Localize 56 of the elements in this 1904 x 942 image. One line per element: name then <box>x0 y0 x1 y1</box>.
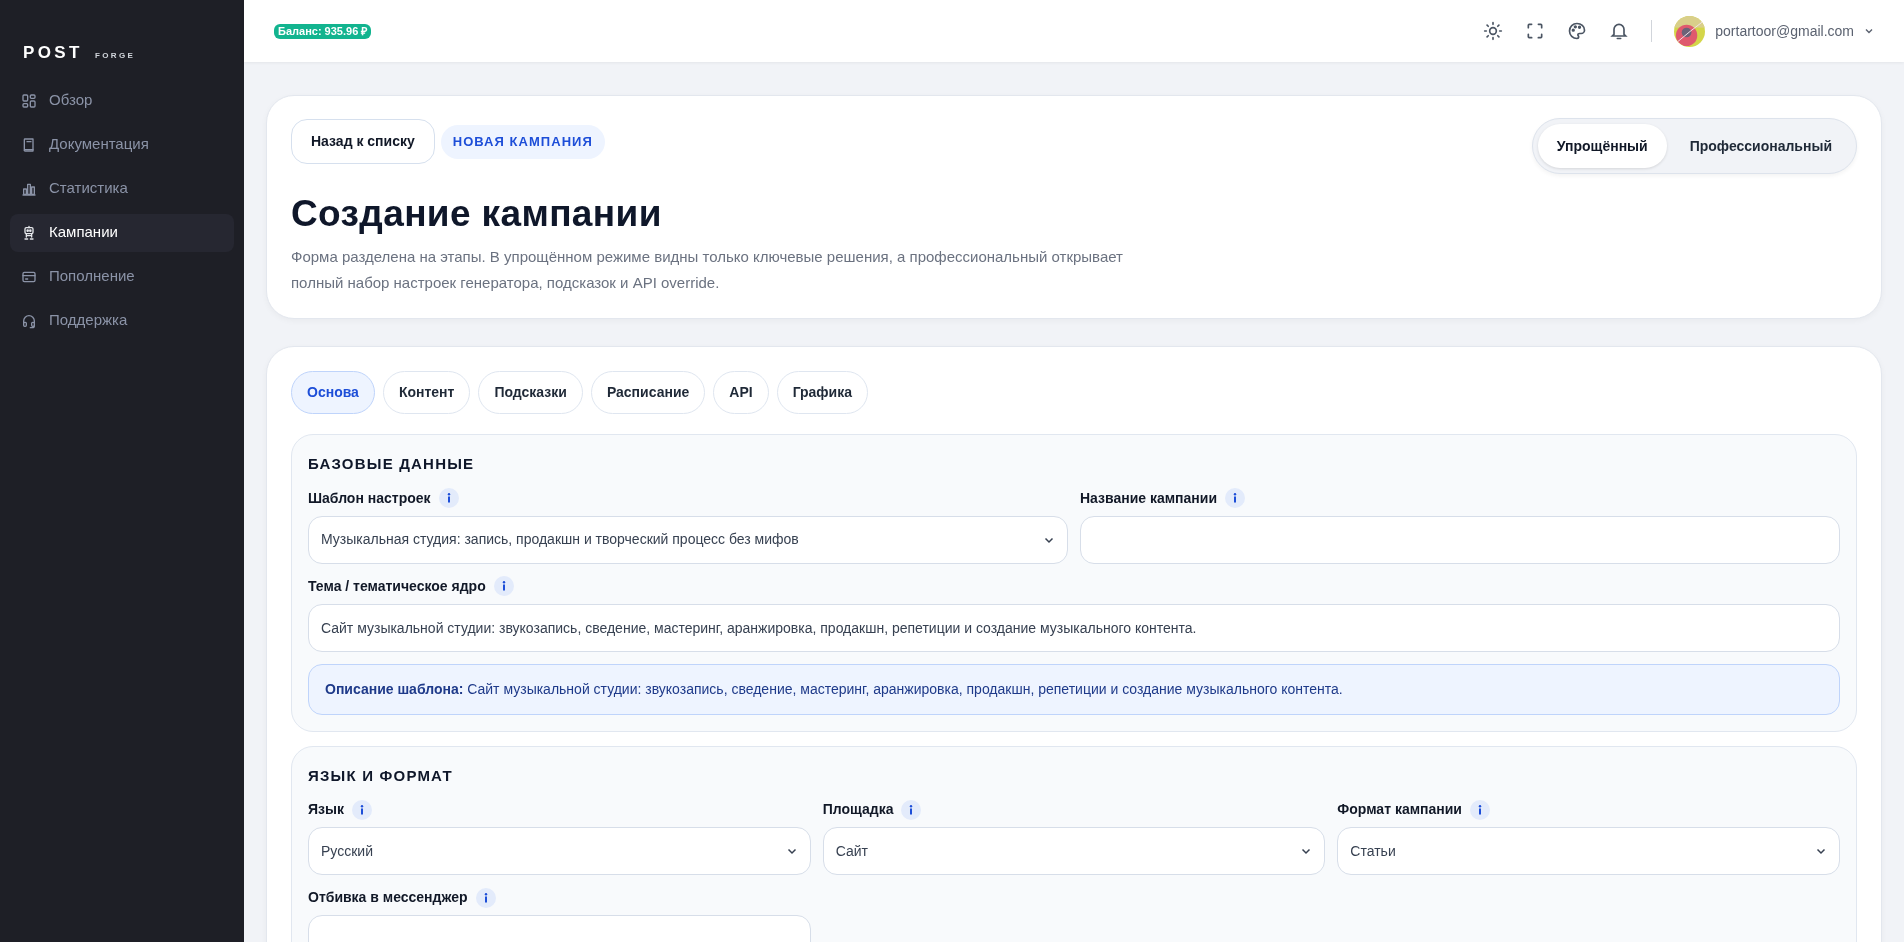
section-title: БАЗОВЫЕ ДАННЫЕ <box>308 454 476 474</box>
book-icon <box>21 136 37 153</box>
robot-icon <box>21 224 37 241</box>
headset-icon <box>21 312 37 329</box>
info-icon[interactable] <box>438 488 459 508</box>
balance-badge: Баланс: 935.96 ₽ <box>274 23 372 39</box>
input-field[interactable] <box>1080 515 1840 564</box>
info-icon[interactable] <box>493 576 514 596</box>
input-field[interactable]: Сайт музыкальной студии: звукозапись, сведение, мастеринг, аранжировка, продакшн, репетиции и создание музыкального контента. <box>308 603 1840 652</box>
page-description: Форма разделена на этапы. В упрощённом режиме видны только ключевые решения, а профессиональный открывает полный набор настроек генератора, подсказок и API override. <box>291 247 1124 293</box>
info-icon[interactable] <box>901 799 922 820</box>
tab[interactable]: API <box>713 371 769 414</box>
mode-option[interactable]: Профессиональный <box>1670 124 1851 168</box>
tab[interactable]: Графика <box>776 371 868 414</box>
field-label: Шаблон настроек <box>308 488 431 508</box>
template-description: Описание шаблона: Сайт музыкальной студии: звукозапись, сведение, мастеринг, аранжировка, продакшн, репетиции и создание музыкального контента. <box>308 663 1840 715</box>
field-label: Отбивка в мессенджер <box>308 888 468 907</box>
section-title: ЯЗЫК И ФОРМАТ <box>308 765 454 786</box>
info-icon[interactable] <box>1469 799 1490 820</box>
field-label: Площадка <box>822 800 894 819</box>
nav-item[interactable]: Статистика <box>10 169 234 208</box>
nav-item[interactable]: Поддержка <box>10 301 234 340</box>
nav-item[interactable]: Кампании <box>10 213 234 252</box>
info-icon[interactable] <box>1225 488 1246 508</box>
page-title: Создание кампании <box>291 192 663 236</box>
field-label: Язык <box>308 800 344 819</box>
logo-subtitle: FORGE <box>94 50 136 62</box>
tab[interactable]: Контент <box>382 371 471 414</box>
info-icon[interactable] <box>475 887 496 908</box>
fullscreen-icon[interactable] <box>1525 21 1546 41</box>
bell-icon[interactable] <box>1609 21 1630 41</box>
chevron-down-icon <box>1864 26 1874 36</box>
field-label: Тема / тематическое ядро <box>308 576 486 596</box>
field-label: Название кампании <box>1080 488 1218 508</box>
select-field[interactable]: Русский <box>308 827 811 875</box>
nav-item[interactable]: Обзор <box>10 81 234 120</box>
info-icon[interactable] <box>352 799 372 820</box>
user-email: portartoor@gmail.com <box>1715 21 1854 41</box>
palette-icon[interactable] <box>1567 21 1588 41</box>
select-field[interactable]: Музыкальная студия: запись, продакшн и творческий процесс без мифов <box>308 515 1068 564</box>
tab[interactable]: Основа <box>291 371 375 414</box>
status-badge: НОВАЯ КАМПАНИЯ <box>440 124 605 159</box>
tab[interactable]: Подсказки <box>478 371 583 414</box>
logo-text: POST <box>23 42 83 64</box>
grid-icon <box>21 92 37 109</box>
nav-item[interactable]: Документация <box>10 125 234 164</box>
user-menu[interactable]: portartoor@gmail.com <box>1674 15 1874 47</box>
sun-icon[interactable] <box>1483 21 1504 41</box>
back-button[interactable]: Назад к списку <box>291 119 435 164</box>
tab[interactable]: Расписание <box>590 371 706 414</box>
mode-option[interactable]: Упрощённый <box>1537 124 1667 168</box>
nav-item[interactable]: Пополнение <box>10 257 234 296</box>
select-field[interactable]: Сайт <box>822 827 1326 875</box>
select-field[interactable]: Статьи <box>1337 827 1840 875</box>
field-label: Формат кампании <box>1337 800 1462 819</box>
avatar <box>1674 15 1706 47</box>
